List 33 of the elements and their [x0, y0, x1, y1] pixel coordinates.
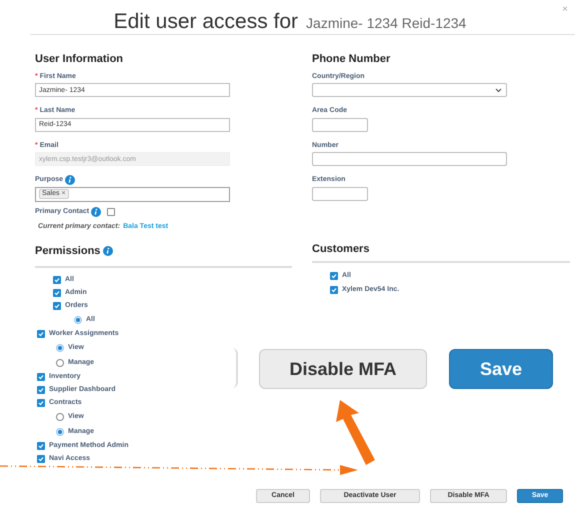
- radio-button[interactable]: [74, 316, 82, 324]
- dialog-title: Edit user access for: [114, 9, 298, 35]
- radio-button[interactable]: [56, 359, 64, 367]
- checkbox[interactable]: [53, 302, 61, 310]
- checkbox[interactable]: [37, 455, 45, 463]
- checkbox[interactable]: [330, 272, 338, 280]
- section-heading: Customers: [312, 243, 370, 255]
- input-field[interactable]: [312, 118, 368, 132]
- input-field[interactable]: [312, 186, 368, 200]
- select-field[interactable]: [312, 83, 507, 97]
- checkbox[interactable]: [37, 373, 45, 381]
- user-name: Jazmine- 1234 Reid-1234: [306, 14, 466, 33]
- checkbox[interactable]: [37, 330, 45, 338]
- info-icon: [65, 175, 76, 186]
- input-field[interactable]: [312, 152, 507, 166]
- save-button[interactable]: Save: [449, 349, 553, 389]
- section-heading: Phone Number: [312, 52, 392, 67]
- radio-button[interactable]: [56, 344, 64, 352]
- info-icon: [91, 206, 102, 217]
- radio-button[interactable]: [56, 428, 64, 436]
- checkbox[interactable]: [107, 208, 116, 216]
- info-icon: [103, 246, 114, 256]
- checkbox[interactable]: [37, 386, 45, 394]
- disable-mfa-button[interactable]: Disable MFA: [259, 349, 427, 389]
- checkbox[interactable]: [53, 276, 61, 284]
- chevron-down-icon: [495, 88, 502, 92]
- radio-button[interactable]: [56, 413, 64, 421]
- checkbox[interactable]: [330, 286, 338, 294]
- section-heading: Permissions: [35, 244, 100, 259]
- checkbox[interactable]: [53, 289, 61, 297]
- checkbox[interactable]: [37, 399, 45, 407]
- checkbox[interactable]: [37, 442, 45, 450]
- section-heading: User Information: [35, 52, 124, 67]
